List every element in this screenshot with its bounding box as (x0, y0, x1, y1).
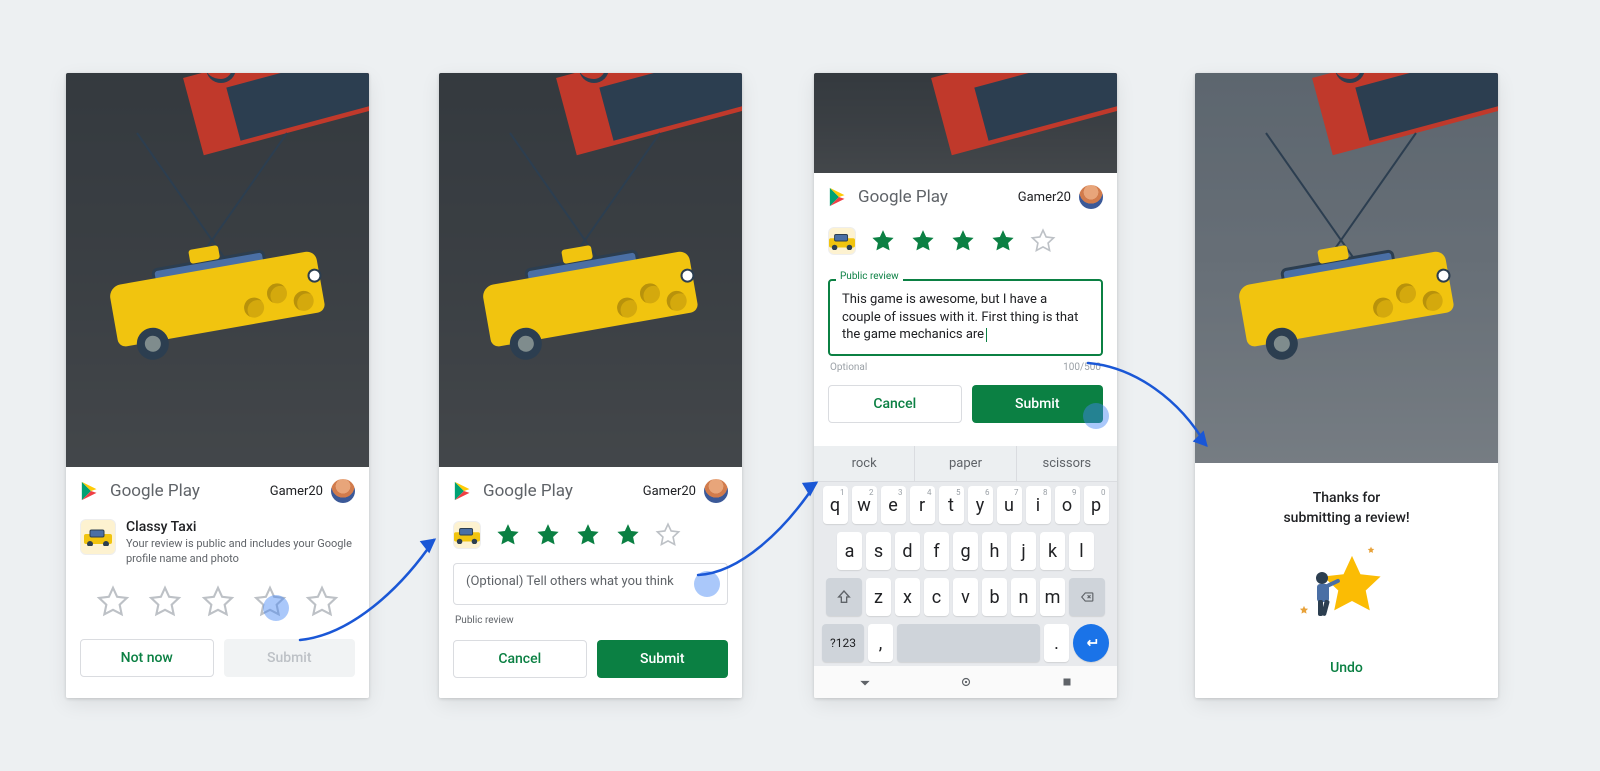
review-textarea[interactable]: Public review This game is awesome, but … (814, 269, 1117, 358)
key-o[interactable]: o9 (1055, 486, 1080, 524)
game-background (439, 73, 742, 467)
key-e[interactable]: e3 (881, 486, 906, 524)
key-i[interactable]: i8 (1026, 486, 1051, 524)
username: Gamer20 (1018, 190, 1071, 205)
key-z[interactable]: z (866, 578, 891, 616)
flow-arrow-3 (1080, 355, 1215, 455)
key-r[interactable]: r4 (910, 486, 935, 524)
review-sheet-expanded: Google Play Gamer20 Public review This g… (814, 173, 1117, 698)
flow-arrow-2 (690, 475, 825, 585)
app-icon (453, 521, 481, 549)
key-t[interactable]: t5 (939, 486, 964, 524)
platform-label: Google Play (483, 481, 573, 501)
key-j[interactable]: j (1011, 532, 1036, 570)
flow-arrow-1 (290, 530, 445, 650)
key-m[interactable]: m (1040, 578, 1065, 616)
nav-recent-icon[interactable] (1060, 675, 1074, 689)
cancel-button[interactable]: Cancel (453, 640, 587, 678)
key-q[interactable]: q1 (823, 486, 848, 524)
key-y[interactable]: y6 (968, 486, 993, 524)
helper-optional: Optional (830, 362, 867, 373)
screen-thanks: Thanks forsubmitting a review! Undo (1195, 73, 1498, 698)
symbols-key[interactable]: ?123 (822, 624, 864, 662)
key-h[interactable]: h (982, 532, 1007, 570)
nav-home-icon[interactable] (959, 675, 973, 689)
key-w[interactable]: w2 (852, 486, 877, 524)
user-avatar (1079, 185, 1103, 209)
review-text-value: This game is awesome, but I have a coupl… (842, 292, 1078, 342)
google-play-logo: Google Play (828, 186, 948, 208)
comma-key[interactable]: , (868, 624, 893, 662)
game-background (814, 73, 1117, 173)
key-d[interactable]: d (895, 532, 920, 570)
key-g[interactable]: g (953, 532, 978, 570)
google-play-logo: Google Play (80, 480, 200, 502)
game-background (66, 73, 369, 467)
username: Gamer20 (643, 484, 696, 499)
key-f[interactable]: f (924, 532, 949, 570)
app-icon (80, 519, 116, 555)
key-v[interactable]: v (953, 578, 978, 616)
key-p[interactable]: p0 (1084, 486, 1109, 524)
shift-key[interactable] (826, 578, 862, 616)
key-b[interactable]: b (982, 578, 1007, 616)
undo-button[interactable]: Undo (1330, 660, 1363, 676)
soft-keyboard[interactable]: rock paper scissors q1w2e3r4t5y6u7i8o9p0… (814, 446, 1117, 698)
nav-back-icon[interactable] (858, 675, 872, 689)
android-navbar[interactable] (814, 666, 1117, 698)
thanks-message: Thanks forsubmitting a review! (1283, 489, 1409, 528)
key-n[interactable]: n (1011, 578, 1036, 616)
review-field-label: Public review (836, 271, 903, 282)
key-k[interactable]: k (1040, 532, 1065, 570)
enter-key[interactable] (1073, 624, 1109, 662)
submit-button[interactable]: Submit (597, 640, 729, 678)
thanks-illustration (1307, 550, 1387, 630)
key-l[interactable]: l (1069, 532, 1094, 570)
star-rating-4of5[interactable] (814, 217, 1117, 269)
key-u[interactable]: u7 (997, 486, 1022, 524)
app-icon (828, 227, 856, 255)
review-placeholder: (Optional) Tell others what you think (453, 563, 728, 605)
user-avatar (331, 479, 355, 503)
key-x[interactable]: x (895, 578, 920, 616)
backspace-key[interactable] (1069, 578, 1105, 616)
helper-text: Public review (439, 609, 742, 640)
key-s[interactable]: s (866, 532, 891, 570)
platform-label: Google Play (858, 187, 948, 207)
screen-write-review: Google Play Gamer20 (Optional) Tell othe… (439, 73, 742, 698)
platform-label: Google Play (110, 481, 200, 501)
key-c[interactable]: c (924, 578, 949, 616)
key-a[interactable]: a (837, 532, 862, 570)
suggestion-2[interactable]: paper (915, 446, 1016, 481)
not-now-button[interactable]: Not now (80, 639, 214, 677)
screen-typing-review: Google Play Gamer20 Public review This g… (814, 73, 1117, 698)
game-background-clear (1195, 73, 1498, 463)
space-key[interactable] (897, 624, 1040, 662)
period-key[interactable]: . (1044, 624, 1069, 662)
keyboard-suggestions[interactable]: rock paper scissors (814, 446, 1117, 482)
username: Gamer20 (270, 484, 323, 499)
cancel-button[interactable]: Cancel (828, 385, 962, 423)
google-play-logo: Google Play (453, 480, 573, 502)
suggestion-1[interactable]: rock (814, 446, 915, 481)
thanks-sheet: Thanks forsubmitting a review! Undo (1195, 463, 1498, 698)
